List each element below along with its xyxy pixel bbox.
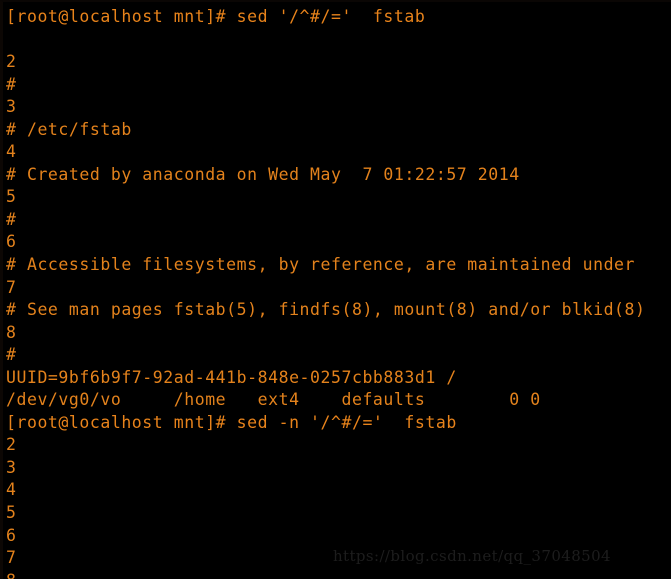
terminal-line-output-16: /dev/vg0/vo /home ext4 defaults 0 0 xyxy=(6,390,541,410)
terminal-line-output-3: 3 xyxy=(6,97,17,117)
terminal-line-output-1: 2 xyxy=(6,52,17,72)
terminal-line-output-15: UUID=9bf6b9f7-92ad-441b-848e-0257cbb883d… xyxy=(6,367,457,387)
terminal-line-output-21: 6 xyxy=(6,525,17,545)
terminal-line-output-7: 5 xyxy=(6,187,17,207)
terminal-line-output-5: 4 xyxy=(6,142,17,162)
terminal-line-output-18: 3 xyxy=(6,457,17,477)
terminal-line-blank-1 xyxy=(6,29,671,52)
terminal-line-output-20: 5 xyxy=(6,503,17,523)
terminal-line-output-8: # xyxy=(6,209,17,229)
terminal-line-command-2: [root@localhost mnt]# sed -n '/^#/=' fst… xyxy=(6,412,457,432)
terminal-line-output-11: 7 xyxy=(6,277,17,297)
terminal-line-output-9: 6 xyxy=(6,232,17,252)
terminal-line-output-12: # See man pages fstab(5), findfs(8), mou… xyxy=(6,300,646,320)
terminal-line-output-23: 8 xyxy=(6,570,671,579)
terminal-line-output-13: 8 xyxy=(6,322,17,342)
terminal-line-output-22: 7 xyxy=(6,548,17,568)
terminal-line-output-17: 2 xyxy=(6,435,17,455)
terminal-line-output-6: # Created by anaconda on Wed May 7 01:22… xyxy=(6,164,520,184)
terminal-line-output-19: 4 xyxy=(6,480,17,500)
terminal-line-output-2: # xyxy=(6,74,17,94)
terminal-line-output-4: # /etc/fstab xyxy=(6,119,132,139)
terminal-window[interactable]: [root@localhost mnt]# sed '/^#/=' fstab … xyxy=(0,0,671,579)
terminal-line-command-1: [root@localhost mnt]# sed '/^#/=' fstab xyxy=(6,7,426,26)
terminal-line-output-14: # xyxy=(6,345,17,365)
terminal-screen[interactable]: [root@localhost mnt]# sed '/^#/=' fstab … xyxy=(3,2,671,579)
terminal-line-output-10: # Accessible filesystems, by reference, … xyxy=(6,255,636,275)
